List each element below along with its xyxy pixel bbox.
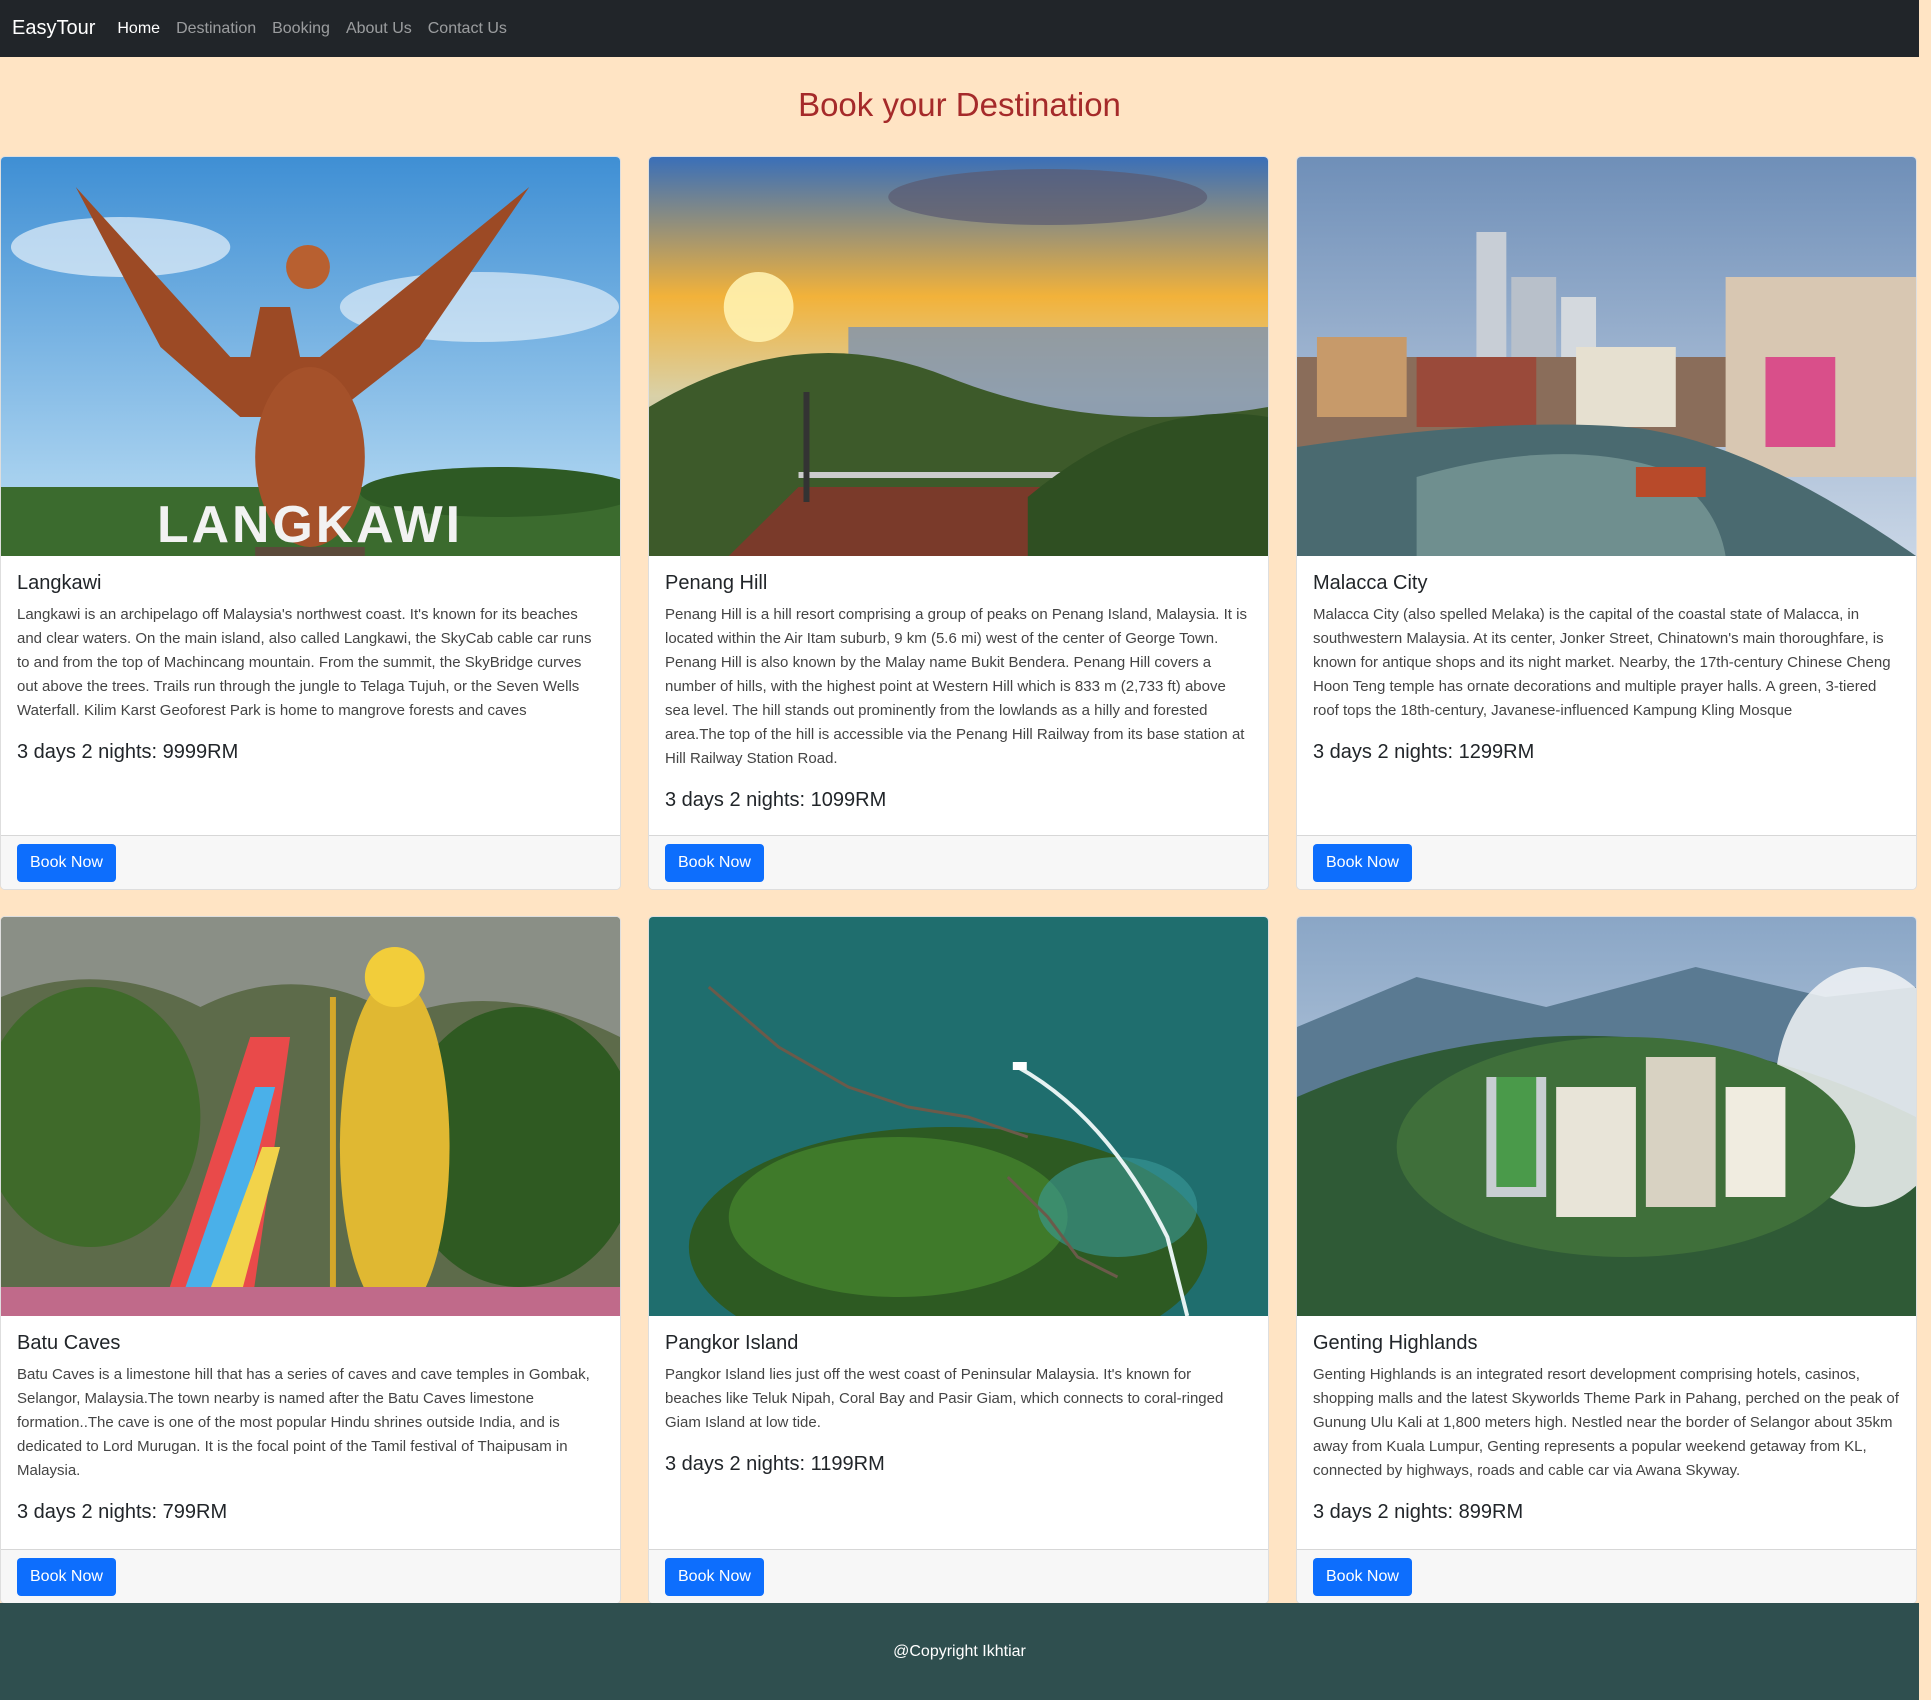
genting-highlands-image [1297, 917, 1916, 1316]
card-body: Pangkor Island Pangkor Island lies just … [649, 1316, 1268, 1476]
nav-link-contact-us[interactable]: Contact Us [428, 20, 507, 38]
card-body: Langkawi Langkawi is an archipelago off … [1, 556, 620, 764]
destination-card-batu-caves: Batu Caves Batu Caves is a limestone hil… [0, 916, 621, 1604]
card-footer: Book Now [649, 835, 1268, 889]
card-description: Pangkor Island lies just off the west co… [665, 1366, 1224, 1431]
page-title: Book your Destination [798, 86, 1121, 123]
penang-hill-image [649, 157, 1268, 556]
destination-card-langkawi: LANGKAWI Langkawi Langkawi is an archipe… [0, 156, 621, 890]
copyright-text: @Copyright Ikhtiar [893, 1642, 1026, 1660]
card-footer: Book Now [649, 1549, 1268, 1603]
card-description: Penang Hill is a hill resort comprising … [665, 606, 1247, 767]
card-body: Batu Caves Batu Caves is a limestone hil… [1, 1316, 620, 1524]
book-now-button[interactable]: Book Now [665, 1558, 764, 1596]
card-price: 3 days 2 nights: 1099RM [665, 789, 887, 811]
card-title: Pangkor Island [665, 1332, 799, 1354]
destination-card-penang-hill: Penang Hill Penang Hill is a hill resort… [648, 156, 1269, 890]
footer: @Copyright Ikhtiar [0, 1603, 1919, 1700]
card-body: Penang Hill Penang Hill is a hill resort… [649, 556, 1268, 812]
pangkor-island-image [649, 917, 1268, 1316]
book-now-button[interactable]: Book Now [1313, 844, 1412, 882]
card-footer: Book Now [1, 1549, 620, 1603]
destination-card-pangkor-island: Pangkor Island Pangkor Island lies just … [648, 916, 1269, 1604]
navbar: EasyTour Home Destination Booking About … [0, 0, 1919, 57]
card-description: Langkawi is an archipelago off Malaysia'… [17, 606, 592, 719]
langkawi-image: LANGKAWI [1, 157, 620, 556]
nav-link-destination[interactable]: Destination [176, 20, 256, 38]
book-now-button[interactable]: Book Now [665, 844, 764, 882]
book-now-button[interactable]: Book Now [17, 1558, 116, 1596]
batu-caves-image [1, 917, 620, 1316]
card-title: Batu Caves [17, 1332, 121, 1354]
card-description: Batu Caves is a limestone hill that has … [17, 1366, 590, 1479]
card-footer: Book Now [1, 835, 620, 889]
card-title: Penang Hill [665, 572, 768, 594]
card-title: Malacca City [1313, 572, 1428, 594]
card-body: Malacca City Malacca City (also spelled … [1297, 556, 1916, 764]
card-price: 3 days 2 nights: 9999RM [17, 741, 239, 763]
book-now-button[interactable]: Book Now [17, 844, 116, 882]
card-price: 3 days 2 nights: 799RM [17, 1501, 228, 1523]
card-body: Genting Highlands Genting Highlands is a… [1297, 1316, 1916, 1524]
brand-logo[interactable]: EasyTour [12, 17, 95, 40]
card-description: Genting Highlands is an integrated resor… [1313, 1366, 1899, 1479]
nav-link-home[interactable]: Home [117, 20, 160, 38]
nav-link-about-us[interactable]: About Us [346, 20, 412, 38]
card-price: 3 days 2 nights: 899RM [1313, 1501, 1524, 1523]
langkawi-sign-text: LANGKAWI [157, 496, 463, 554]
card-footer: Book Now [1297, 1549, 1916, 1603]
nav-link-booking[interactable]: Booking [272, 20, 330, 38]
destination-card-genting-highlands: Genting Highlands Genting Highlands is a… [1296, 916, 1917, 1604]
malacca-city-image [1297, 157, 1916, 556]
card-title: Genting Highlands [1313, 1332, 1478, 1354]
card-title: Langkawi [17, 572, 102, 594]
card-footer: Book Now [1297, 835, 1916, 889]
book-now-button[interactable]: Book Now [1313, 1558, 1412, 1596]
destination-card-malacca-city: Malacca City Malacca City (also spelled … [1296, 156, 1917, 890]
card-price: 3 days 2 nights: 1299RM [1313, 741, 1535, 763]
card-price: 3 days 2 nights: 1199RM [665, 1453, 885, 1475]
card-description: Malacca City (also spelled Melaka) is th… [1313, 606, 1891, 719]
